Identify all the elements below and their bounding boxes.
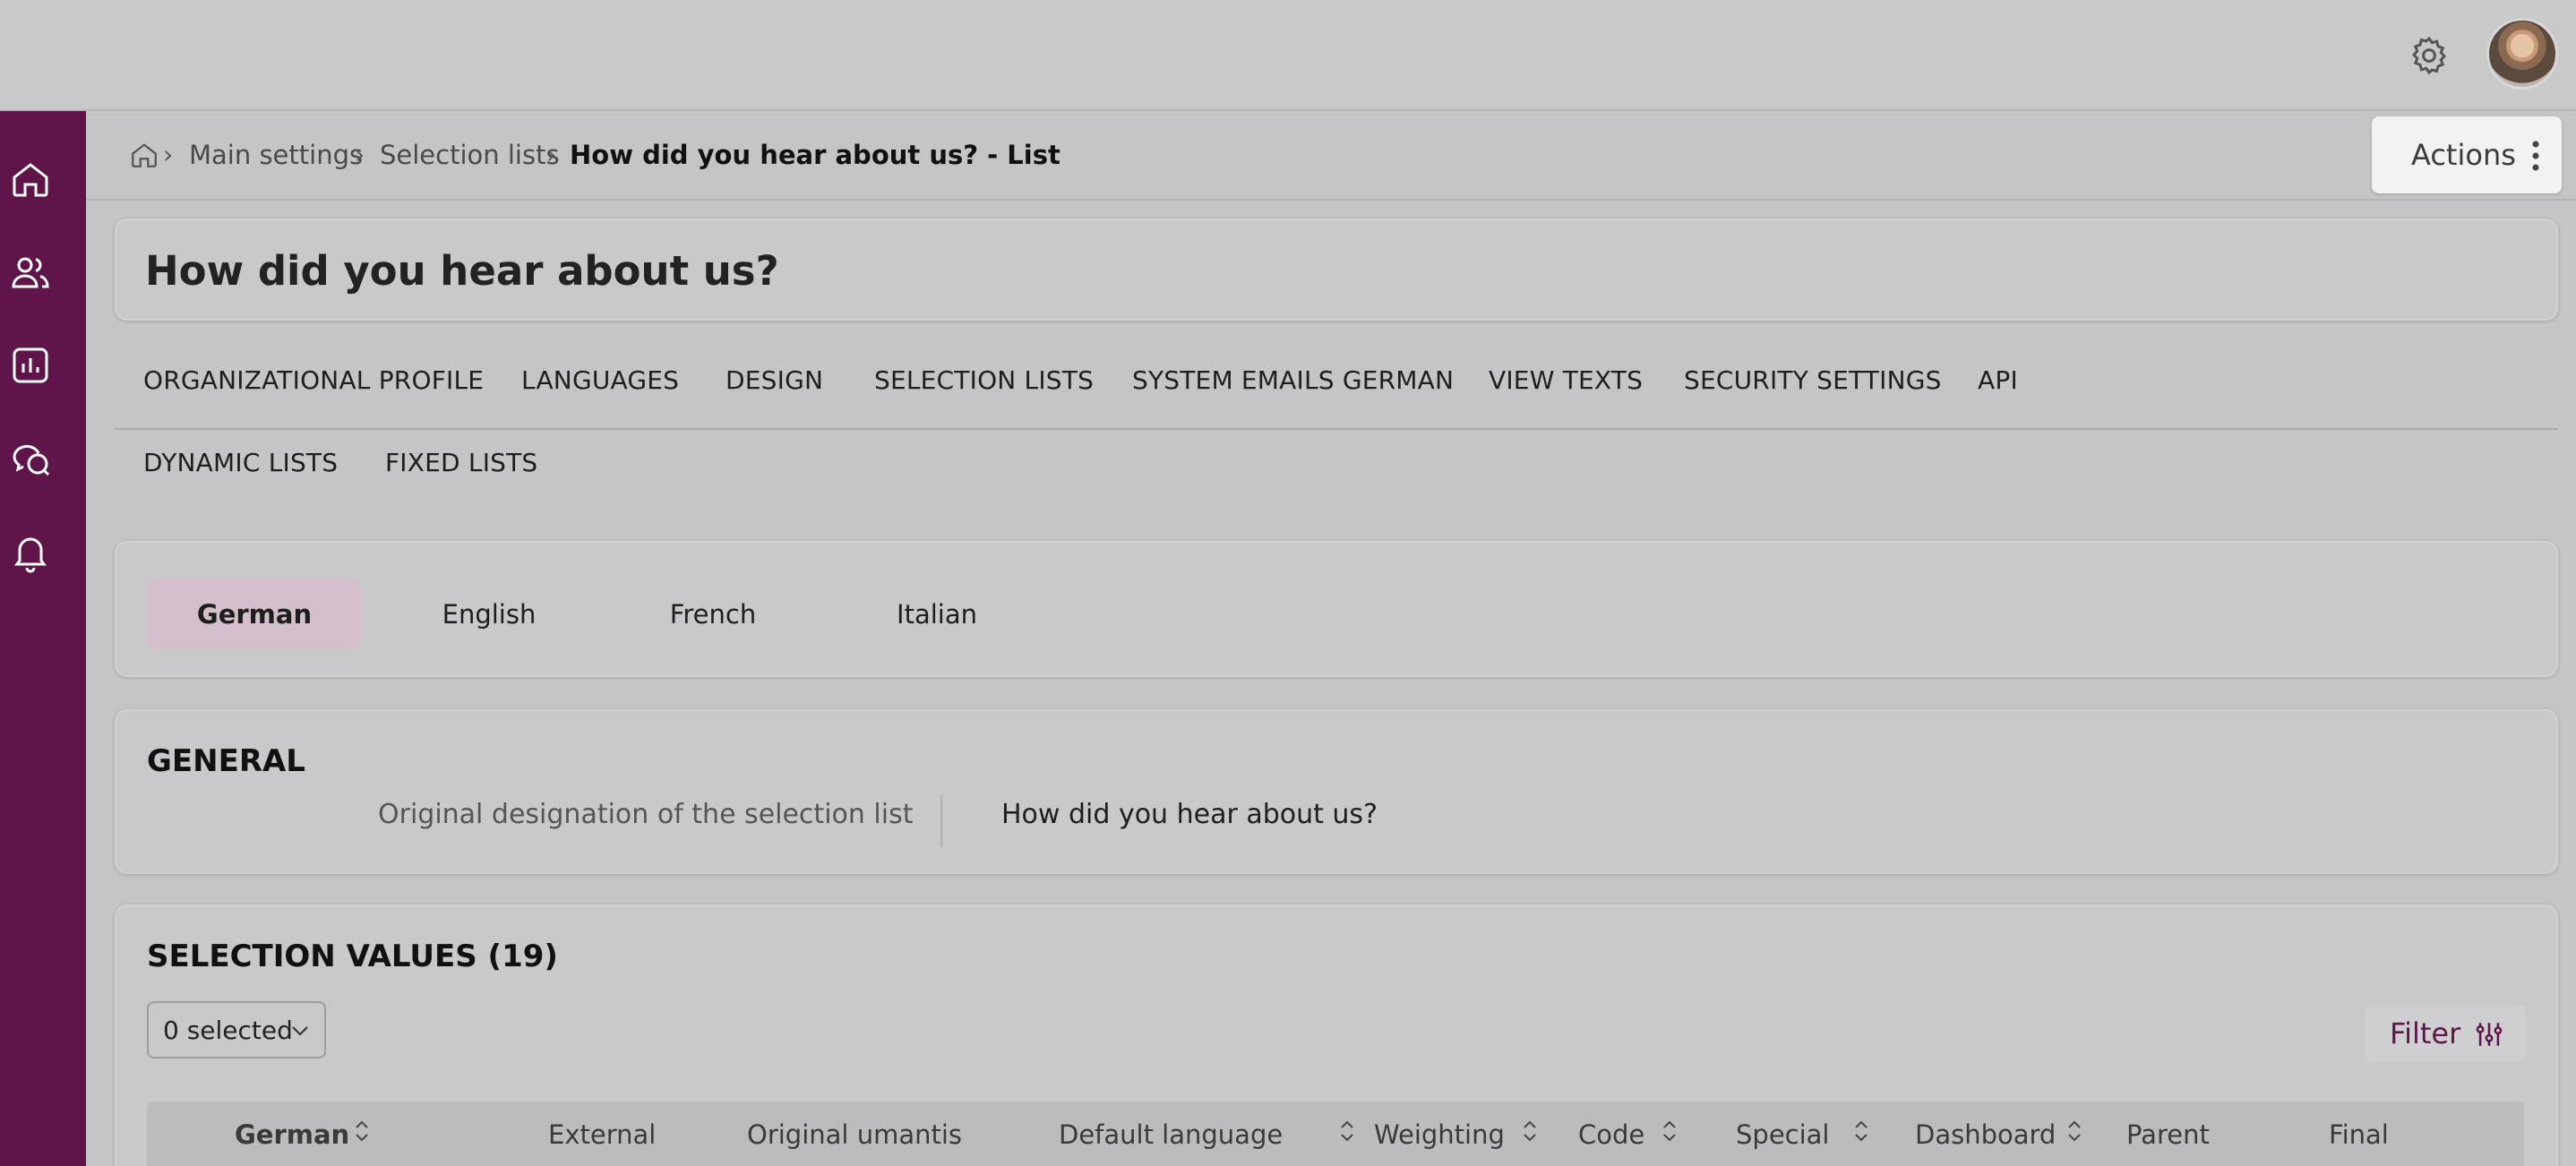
tabs-divider: [115, 428, 2558, 430]
tab-system-emails-german[interactable]: SYSTEM EMAILS GERMAN: [1132, 365, 1454, 395]
column-header-code[interactable]: Code: [1578, 1119, 1644, 1150]
breadcrumb-separator: ›: [163, 140, 174, 169]
breadcrumb-current: How did you hear about us? - List: [570, 140, 1060, 170]
sort-icon[interactable]: [1338, 1118, 1356, 1145]
table-header: German External Original umantis Default…: [147, 1102, 2524, 1166]
language-german[interactable]: German: [147, 579, 362, 650]
breadcrumb-separator: ›: [355, 140, 365, 169]
actions-button[interactable]: Actions: [2372, 116, 2562, 193]
tab-selection-lists[interactable]: SELECTION LISTS: [874, 365, 1094, 395]
filter-sliders-icon: [2476, 1023, 2503, 1046]
tab-fixed-lists[interactable]: FIXED LISTS: [385, 448, 537, 477]
language-french[interactable]: French: [605, 579, 820, 650]
selection-values-card: SELECTION VALUES (19) 0 selected Filter …: [115, 905, 2558, 1166]
top-bar: [0, 0, 2576, 111]
tab-view-texts[interactable]: VIEW TEXTS: [1489, 365, 1643, 395]
language-italian[interactable]: Italian: [829, 579, 1044, 650]
sort-icon[interactable]: [1852, 1118, 1870, 1145]
column-header-dashboard[interactable]: Dashboard: [1915, 1119, 2056, 1150]
sort-icon[interactable]: [1521, 1118, 1539, 1145]
secondary-tabs: DYNAMIC LISTS FIXED LISTS: [115, 448, 2558, 484]
designation-label: Original designation of the selection li…: [378, 799, 914, 830]
tab-design[interactable]: DESIGN: [726, 365, 823, 395]
selected-count: 0 selected: [163, 1015, 293, 1045]
sort-icon[interactable]: [1661, 1118, 1679, 1145]
sort-icon[interactable]: [353, 1118, 371, 1145]
actions-label: Actions: [2411, 138, 2516, 172]
bell-icon[interactable]: [9, 530, 52, 573]
tab-security-settings[interactable]: SECURITY SETTINGS: [1684, 365, 1942, 395]
chat-icon[interactable]: [9, 437, 52, 480]
column-header-external[interactable]: External: [548, 1119, 656, 1150]
tab-dynamic-lists[interactable]: DYNAMIC LISTS: [143, 448, 338, 477]
language-english[interactable]: English: [382, 579, 597, 650]
column-header-german[interactable]: German: [235, 1119, 349, 1150]
tab-languages[interactable]: LANGUAGES: [521, 365, 679, 395]
tab-organizational-profile[interactable]: ORGANIZATIONAL PROFILE: [143, 365, 484, 395]
sidebar: [0, 111, 86, 1166]
general-title: GENERAL: [147, 743, 305, 779]
home-icon[interactable]: [9, 158, 52, 201]
user-avatar[interactable]: [2486, 18, 2558, 90]
general-card: GENERAL Original designation of the sele…: [115, 709, 2558, 874]
users-icon[interactable]: [9, 251, 52, 294]
tab-api[interactable]: API: [1978, 365, 2018, 395]
language-selector-card: German English French Italian: [115, 541, 2558, 677]
sort-icon[interactable]: [2065, 1118, 2083, 1145]
breadcrumb: › Main settings › Selection lists › How …: [86, 111, 2576, 201]
column-header-parent[interactable]: Parent: [2126, 1119, 2210, 1150]
filter-button[interactable]: Filter: [2365, 1005, 2526, 1062]
page-title: How did you hear about us?: [145, 247, 779, 295]
selection-values-title: SELECTION VALUES (19): [147, 939, 558, 974]
column-header-original-umantis[interactable]: Original umantis: [747, 1119, 962, 1150]
designation-value: How did you hear about us?: [1001, 799, 1378, 830]
column-header-weighting[interactable]: Weighting: [1374, 1119, 1505, 1150]
column-header-final[interactable]: Final: [2329, 1119, 2389, 1150]
bulk-select-dropdown[interactable]: 0 selected: [147, 1001, 326, 1059]
breadcrumb-main-settings[interactable]: Main settings: [189, 140, 363, 170]
reports-icon[interactable]: [9, 344, 52, 387]
column-header-special[interactable]: Special: [1736, 1119, 1830, 1150]
column-header-default-language[interactable]: Default language: [1059, 1119, 1283, 1150]
home-icon[interactable]: [129, 140, 159, 170]
primary-tabs: ORGANIZATIONAL PROFILE LANGUAGES DESIGN …: [115, 365, 2558, 401]
title-card: How did you hear about us?: [115, 219, 2558, 321]
breadcrumb-selection-lists[interactable]: Selection lists: [380, 140, 560, 170]
chevron-down-icon: [292, 1026, 308, 1036]
more-vertical-icon: [2532, 141, 2539, 171]
field-divider: [940, 795, 942, 847]
breadcrumb-separator: ›: [546, 140, 557, 169]
gear-icon[interactable]: [2408, 34, 2451, 77]
filter-label: Filter: [2390, 1016, 2461, 1050]
